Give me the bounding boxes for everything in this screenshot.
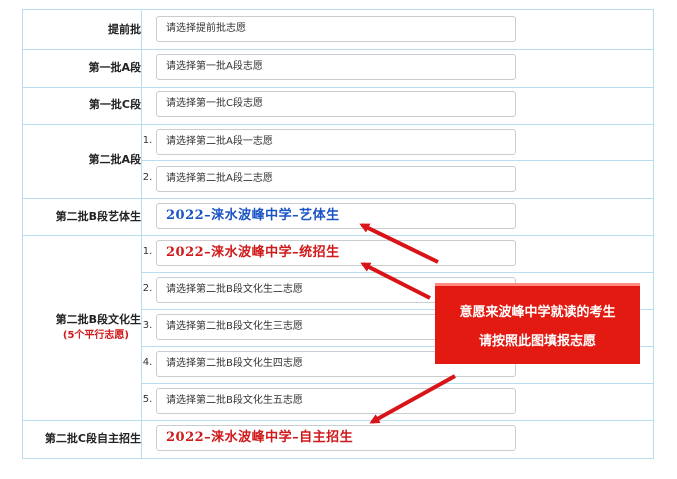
arrow-to-tongzhao-field <box>360 262 431 300</box>
annotation-arrows <box>359 223 456 424</box>
callout-box: 意愿来波峰中学就读的考生 请按照此图填报志愿 <box>435 283 640 364</box>
arrow-to-art-field <box>359 223 439 264</box>
callout-line-1: 意愿来波峰中学就读的考生 <box>459 305 616 320</box>
callout-line-2: 请按照此图填报志愿 <box>478 334 596 349</box>
arrow-to-zizhu-field <box>369 374 456 424</box>
